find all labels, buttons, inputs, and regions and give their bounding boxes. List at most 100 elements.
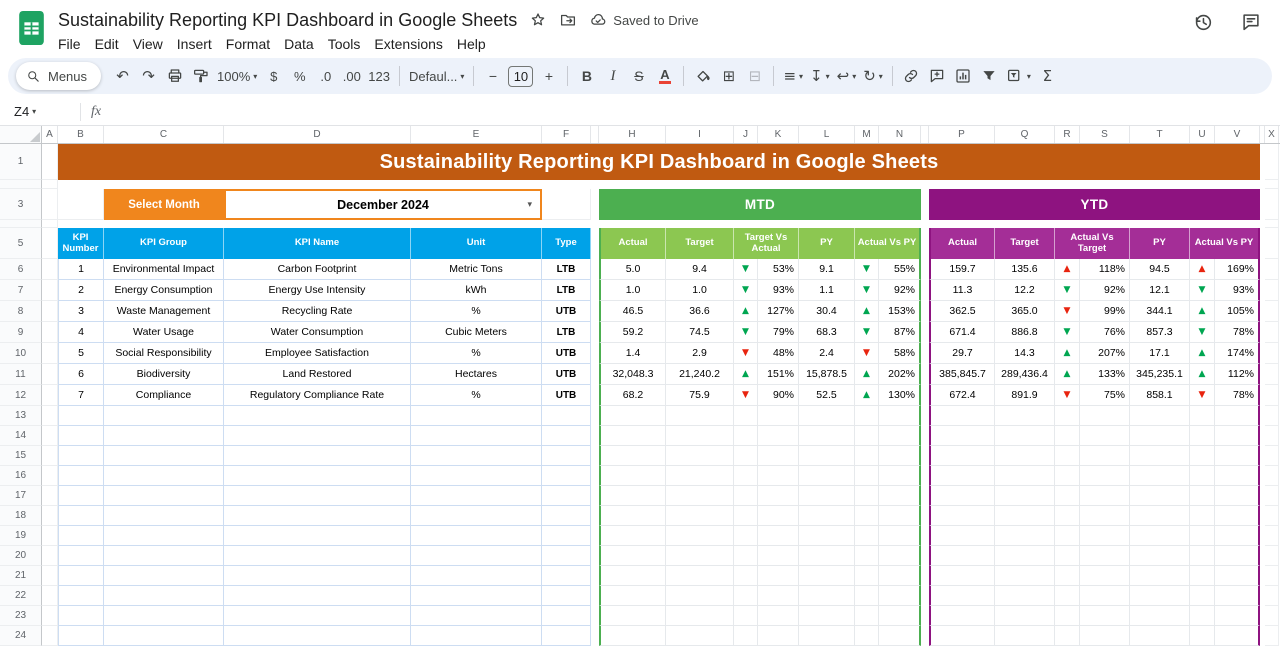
cell[interactable] [1080,526,1130,546]
cell[interactable] [1130,546,1190,566]
cell-B10[interactable]: 5 [58,343,104,364]
trend-arrow-icon[interactable]: ▼ [855,259,879,280]
cell[interactable] [929,426,995,446]
cell-V12[interactable]: 78% [1215,385,1260,406]
row-header-19[interactable]: 19 [0,526,42,546]
cell[interactable] [1130,586,1190,606]
cell[interactable] [411,426,542,446]
cell-B7[interactable]: 2 [58,280,104,301]
cell[interactable] [42,220,58,228]
cell[interactable] [104,446,224,466]
cell[interactable] [591,546,599,566]
cell[interactable] [734,526,758,546]
cell[interactable] [599,426,666,446]
row-header-20[interactable]: 20 [0,546,42,566]
cell[interactable] [1055,446,1080,466]
cell-K7[interactable]: 93% [758,280,799,301]
cell[interactable] [58,586,104,606]
trend-arrow-icon[interactable]: ▼ [855,280,879,301]
cell[interactable] [666,426,734,446]
cell[interactable] [1130,566,1190,586]
cell-A12[interactable] [42,385,58,406]
document-title[interactable]: Sustainability Reporting KPI Dashboard i… [58,10,517,31]
cell[interactable] [921,466,929,486]
menu-insert[interactable]: Insert [170,34,219,54]
column-header-R[interactable]: R [1055,126,1080,143]
cell[interactable] [1130,446,1190,466]
cell[interactable] [411,606,542,626]
cell[interactable] [224,426,411,446]
cell[interactable] [1055,426,1080,446]
cell-B9[interactable]: 4 [58,322,104,343]
cell[interactable] [758,426,799,446]
cell[interactable] [929,546,995,566]
cell[interactable] [879,446,921,466]
cell[interactable] [799,566,855,586]
cell-I11[interactable]: 21,240.2 [666,364,734,385]
cell[interactable] [104,626,224,646]
cell[interactable] [591,364,599,385]
cell-C6[interactable]: Environmental Impact [104,259,224,280]
cell[interactable] [799,446,855,466]
cell-A6[interactable] [42,259,58,280]
cell-X8[interactable] [1265,301,1279,322]
row-header-10[interactable]: 10 [0,343,42,364]
cell[interactable] [104,566,224,586]
cell[interactable] [734,446,758,466]
cell[interactable] [1215,526,1260,546]
more-formats-button[interactable]: 123 [365,63,393,89]
cell-X23[interactable] [1265,606,1279,626]
row-header-16[interactable]: 16 [0,466,42,486]
row-header-3[interactable]: 3 [0,189,42,220]
cell-Q10[interactable]: 14.3 [995,343,1055,364]
trend-arrow-icon[interactable]: ▼ [734,343,758,364]
cell-I7[interactable]: 1.0 [666,280,734,301]
cell[interactable] [542,606,591,626]
cell[interactable] [995,446,1055,466]
cell-T8[interactable]: 344.1 [1130,301,1190,322]
cell[interactable] [58,220,1260,228]
insert-comment-button[interactable] [925,63,950,89]
cell[interactable] [1080,466,1130,486]
menu-format[interactable]: Format [219,34,277,54]
cell[interactable] [758,526,799,546]
cell[interactable] [1055,466,1080,486]
cell-A13[interactable] [42,406,58,426]
cell[interactable] [542,626,591,646]
cell[interactable] [758,626,799,646]
cell-F11[interactable]: UTB [542,364,591,385]
filter-views-select[interactable]: ▾ [1003,63,1034,89]
cell[interactable] [666,626,734,646]
cell-X13[interactable] [1265,406,1279,426]
cell[interactable] [929,526,995,546]
cell-E6[interactable]: Metric Tons [411,259,542,280]
trend-arrow-icon[interactable]: ▼ [734,322,758,343]
decrease-decimal-button[interactable]: .0 [313,63,338,89]
cell-X24[interactable] [1265,626,1279,646]
cell-P12[interactable]: 672.4 [929,385,995,406]
increase-font-size-button[interactable]: + [536,63,561,89]
cell[interactable] [799,546,855,566]
cell-Q11[interactable]: 289,436.4 [995,364,1055,385]
cell[interactable] [799,526,855,546]
cell[interactable] [58,606,104,626]
cell[interactable] [666,446,734,466]
cell[interactable] [995,606,1055,626]
cell[interactable] [1055,506,1080,526]
star-icon[interactable] [529,11,547,29]
cell[interactable] [799,426,855,446]
cell[interactable] [1190,446,1215,466]
cell-A9[interactable] [42,322,58,343]
column-header-D[interactable]: D [224,126,411,143]
cell[interactable] [929,626,995,646]
cell-A20[interactable] [42,546,58,566]
cell-S9[interactable]: 76% [1080,322,1130,343]
cell[interactable] [879,466,921,486]
cell-D11[interactable]: Land Restored [224,364,411,385]
trend-arrow-icon[interactable]: ▼ [855,322,879,343]
menu-tools[interactable]: Tools [321,34,368,54]
cell[interactable] [58,486,104,506]
cell-S8[interactable]: 99% [1080,301,1130,322]
trend-arrow-icon[interactable]: ▲ [855,364,879,385]
cell[interactable] [1080,506,1130,526]
